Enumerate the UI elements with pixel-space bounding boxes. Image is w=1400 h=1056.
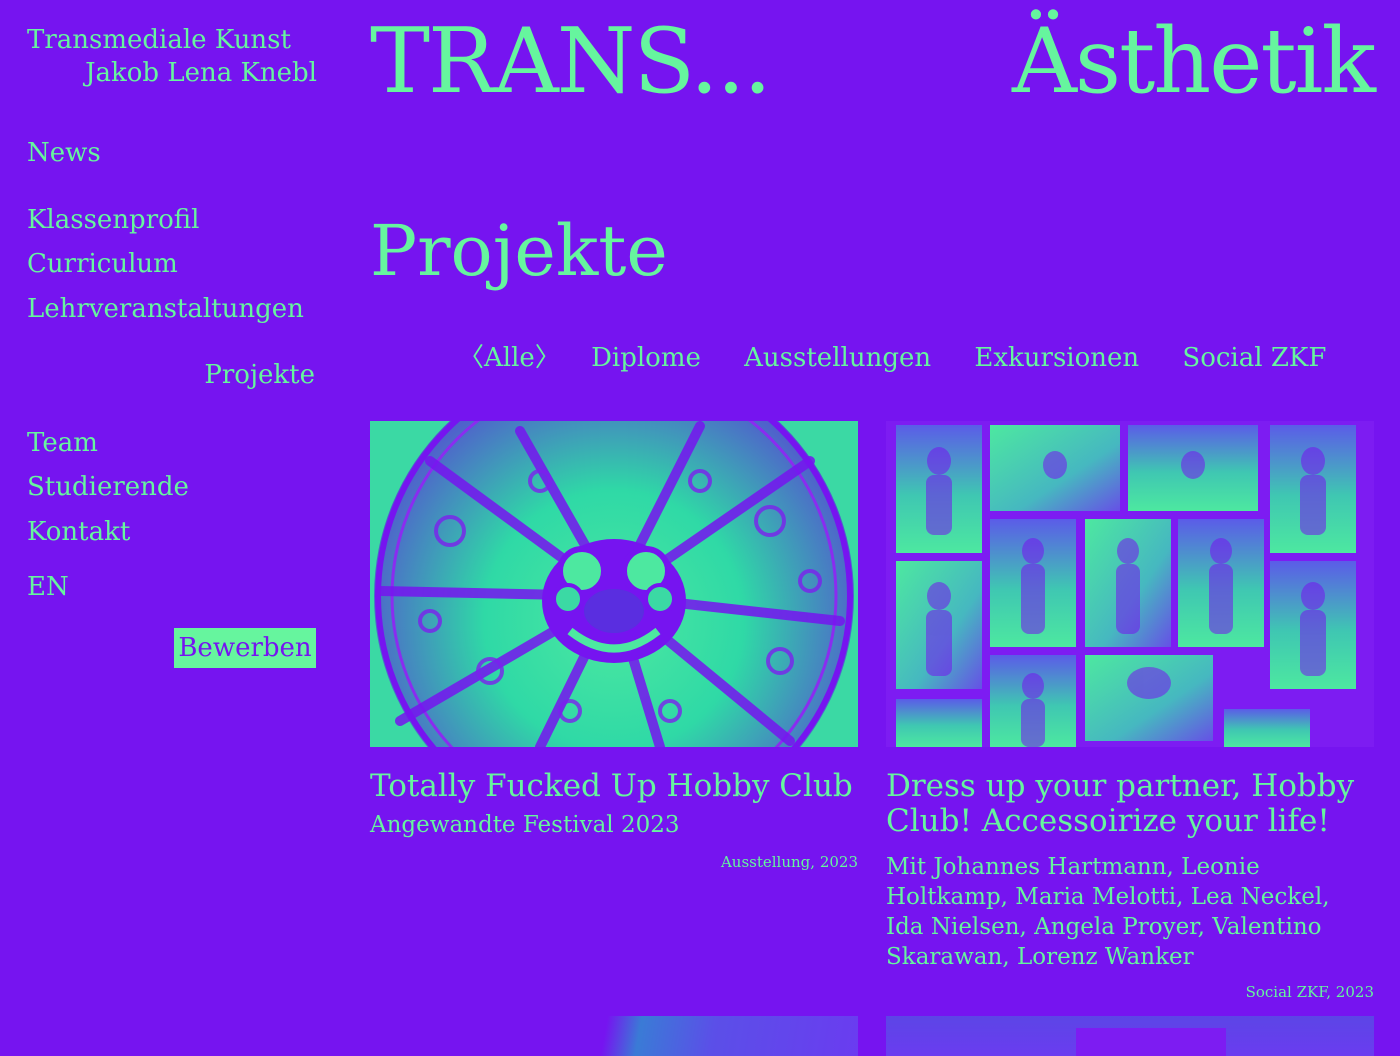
project-image[interactable] xyxy=(370,421,858,747)
project-image[interactable] xyxy=(886,421,1374,747)
brand-line-2: Jakob Lena Knebl xyxy=(85,58,317,88)
sidebar: Transmediale Kunst Jakob Lena Knebl News… xyxy=(0,0,340,1048)
apply-button[interactable]: Bewerben xyxy=(174,628,316,668)
project-subtitle: Angewandte Festival 2023 xyxy=(370,812,680,838)
site-title-right[interactable]: Ästhetik xyxy=(1012,12,1376,112)
nav-news[interactable]: News xyxy=(27,137,101,169)
project-card[interactable]: Dress up your partner, Hobby Club! Acces… xyxy=(886,421,1374,1002)
nav-curriculum[interactable]: Curriculum xyxy=(27,248,178,280)
project-image-partial[interactable] xyxy=(886,1016,1374,1056)
page-title: Projekte xyxy=(370,210,668,292)
nav-lehrveranstaltungen[interactable]: Lehrveranstaltungen xyxy=(27,293,304,325)
brand-line-1: Transmediale Kunst xyxy=(27,25,291,55)
project-title[interactable]: Dress up your partner, Hobby Club! Acces… xyxy=(886,769,1374,839)
project-subtitle: Mit Johannes Hartmann, Leonie Holtkamp, … xyxy=(886,854,1330,970)
filter-diplome[interactable]: Diplome xyxy=(591,340,701,376)
filter-bar: 〈Alle〉 Diplome Ausstellungen Exkursionen… xyxy=(458,340,1361,376)
filter-ausstellungen[interactable]: Ausstellungen xyxy=(744,340,931,376)
nav-projekte-active[interactable]: Projekte xyxy=(204,359,315,391)
site-title-left[interactable]: TRANS... xyxy=(370,12,772,112)
filter-social-zkf[interactable]: Social ZKF xyxy=(1182,340,1326,376)
project-meta: Social ZKF, 2023 xyxy=(1245,983,1374,1001)
filter-all[interactable]: 〈Alle〉 xyxy=(458,340,561,376)
nav-studierende[interactable]: Studierende xyxy=(27,471,189,503)
project-title[interactable]: Totally Fucked Up Hobby Club xyxy=(370,769,858,804)
project-image-partial[interactable] xyxy=(370,1016,858,1056)
project-meta: Ausstellung, 2023 xyxy=(720,853,858,871)
project-card[interactable]: Totally Fucked Up Hobby Club Angewandte … xyxy=(370,421,858,872)
filter-exkursionen[interactable]: Exkursionen xyxy=(974,340,1139,376)
nav-team[interactable]: Team xyxy=(27,427,98,459)
language-switch[interactable]: EN xyxy=(27,571,69,603)
nav-klassenprofil[interactable]: Klassenprofil xyxy=(27,204,199,236)
nav-kontakt[interactable]: Kontakt xyxy=(27,516,130,548)
site-logo-link[interactable]: Transmediale Kunst Jakob Lena Knebl xyxy=(27,24,317,90)
